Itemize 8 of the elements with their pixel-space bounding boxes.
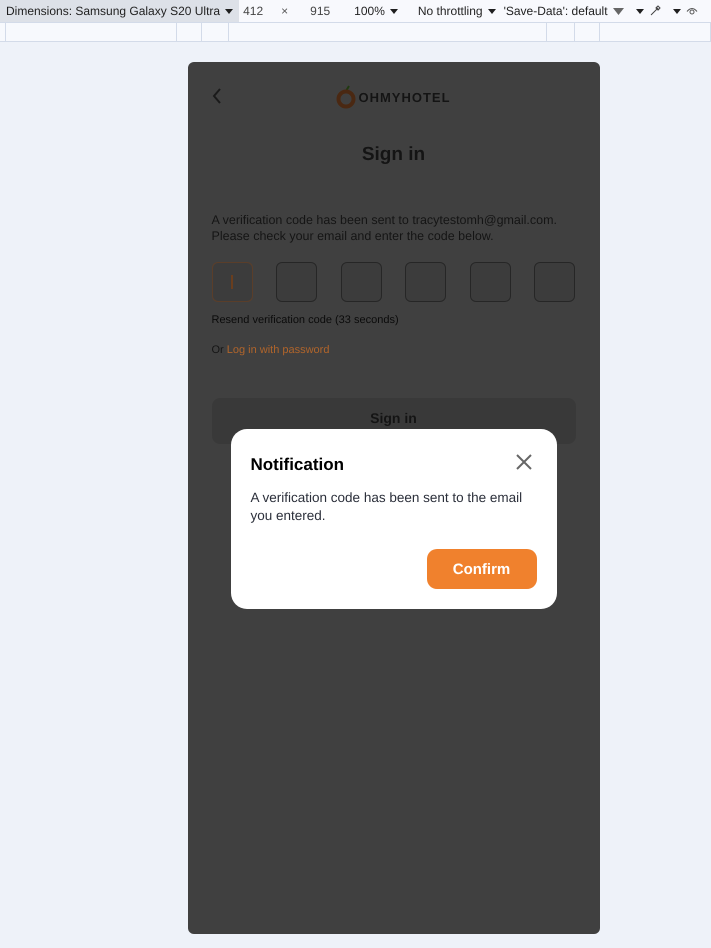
height-field[interactable]: 915 [310, 4, 330, 18]
dialog-message: A verification code has been sent to the email you entered. [250, 489, 524, 525]
save-data-selector[interactable]: 'Save-Data': default [504, 4, 608, 18]
times-sign: × [281, 4, 288, 18]
width-field[interactable]: 412 [243, 4, 264, 18]
dialog-title: Notification [250, 455, 344, 475]
zoom-selector[interactable]: 100% [354, 4, 385, 18]
throttling-selector[interactable]: No throttling [418, 4, 483, 18]
